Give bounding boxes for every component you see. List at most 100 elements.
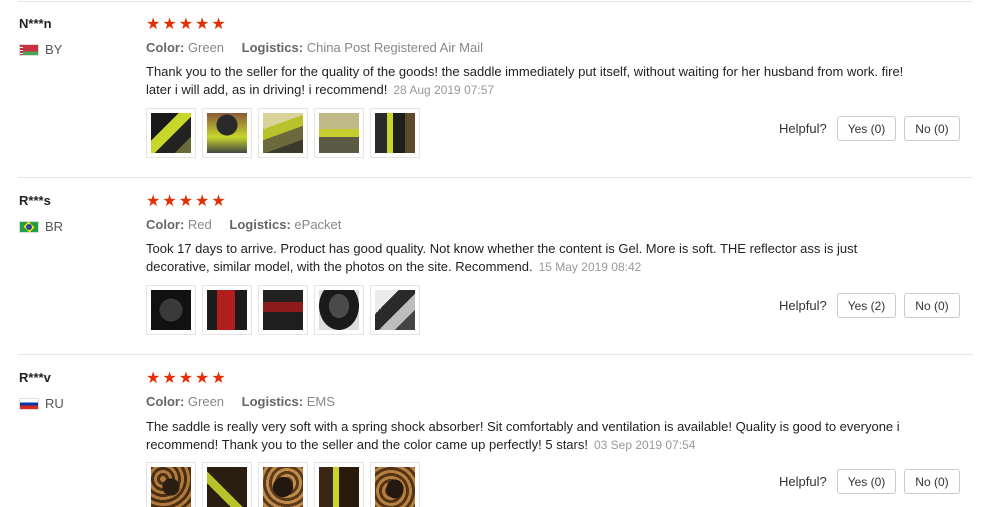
review-text: The saddle is really very soft with a sp…: [146, 418, 906, 454]
photo-image: [263, 290, 303, 330]
star-icon: ★: [162, 16, 177, 33]
reviewer-name: R***v: [19, 370, 51, 385]
review-photo-thumbnail[interactable]: [370, 108, 420, 158]
star-icon: ★: [162, 193, 177, 210]
review-photo-thumbnail[interactable]: [258, 285, 308, 335]
review-photo-thumbnail[interactable]: [146, 108, 196, 158]
helpful-yes-button[interactable]: Yes (0): [836, 469, 897, 494]
review-text: Took 17 days to arrive. Product has good…: [146, 240, 906, 276]
photo-image: [375, 467, 415, 507]
rating-stars: ★ ★ ★ ★ ★: [146, 371, 226, 387]
review-meta: Color: Red Logistics: ePacket: [146, 217, 355, 232]
helpful-yes-button[interactable]: Yes (0): [836, 116, 897, 141]
reviewer-country: RU: [19, 396, 64, 411]
star-icon: ★: [211, 16, 226, 33]
star-icon: ★: [146, 370, 161, 387]
review-photo-thumbnail[interactable]: [202, 285, 252, 335]
review-photo-thumbnail[interactable]: [202, 462, 252, 507]
photo-image: [319, 467, 359, 507]
review-photo-thumbnail[interactable]: [258, 108, 308, 158]
photo-image: [207, 113, 247, 153]
color-value: Green: [187, 40, 225, 55]
photo-image: [375, 113, 415, 153]
country-code: BR: [45, 219, 64, 234]
star-icon: ★: [211, 370, 226, 387]
review-date: 15 May 2019 08:42: [538, 260, 642, 274]
logistics-value: China Post Registered Air Mail: [306, 40, 484, 55]
star-icon: ★: [162, 370, 177, 387]
star-icon: ★: [146, 193, 161, 210]
helpful-controls: Helpful? Yes (0) No (0): [779, 116, 960, 141]
color-label: Color:: [146, 394, 185, 409]
helpful-controls: Helpful? Yes (0) No (0): [779, 469, 960, 494]
star-icon: ★: [195, 16, 210, 33]
star-icon: ★: [195, 193, 210, 210]
helpful-label: Helpful?: [779, 121, 827, 136]
helpful-controls: Helpful? Yes (2) No (0): [779, 293, 960, 318]
review-photo-thumbnail[interactable]: [370, 462, 420, 507]
rating-stars: ★ ★ ★ ★ ★: [146, 194, 226, 210]
star-icon: ★: [178, 370, 194, 387]
review-photo-thumbnail[interactable]: [146, 462, 196, 507]
color-label: Color:: [146, 217, 185, 232]
review-photos: [146, 285, 420, 335]
review-body: The saddle is really very soft with a sp…: [146, 419, 900, 452]
helpful-label: Helpful?: [779, 474, 827, 489]
country-code: BY: [45, 42, 63, 57]
helpful-yes-button[interactable]: Yes (2): [836, 293, 897, 318]
photo-image: [207, 290, 247, 330]
review-meta: Color: Green Logistics: China Post Regis…: [146, 40, 497, 55]
divider: [18, 177, 973, 178]
star-icon: ★: [178, 193, 194, 210]
photo-image: [151, 467, 191, 507]
divider: [18, 354, 973, 355]
photo-image: [263, 113, 303, 153]
review-photo-thumbnail[interactable]: [314, 108, 364, 158]
review-photo-thumbnail[interactable]: [314, 285, 364, 335]
review-date: 03 Sep 2019 07:54: [593, 438, 696, 452]
reviewer-name: R***s: [19, 193, 51, 208]
divider: [18, 1, 973, 2]
belarus-flag-icon: [19, 43, 39, 56]
logistics-value: ePacket: [294, 217, 342, 232]
color-value: Red: [187, 217, 212, 232]
reviewer-country: BY: [19, 42, 62, 57]
color-value: Green: [187, 394, 225, 409]
review-photo-thumbnail[interactable]: [258, 462, 308, 507]
review-text: Thank you to the seller for the quality …: [146, 63, 906, 99]
helpful-no-button[interactable]: No (0): [904, 469, 960, 494]
review-photos: [146, 462, 420, 507]
review-date: 28 Aug 2019 07:57: [393, 83, 495, 97]
photo-image: [207, 467, 247, 507]
star-icon: ★: [146, 16, 161, 33]
photo-image: [375, 290, 415, 330]
photo-image: [151, 113, 191, 153]
russia-flag-icon: [19, 397, 39, 410]
review-photo-thumbnail[interactable]: [146, 285, 196, 335]
review-photo-thumbnail[interactable]: [314, 462, 364, 507]
star-icon: ★: [211, 193, 226, 210]
logistics-label: Logistics:: [241, 394, 304, 409]
logistics-value: EMS: [306, 394, 335, 409]
helpful-no-button[interactable]: No (0): [904, 293, 960, 318]
review-photo-thumbnail[interactable]: [202, 108, 252, 158]
review-meta: Color: Green Logistics: EMS: [146, 394, 349, 409]
photo-image: [319, 113, 359, 153]
star-icon: ★: [195, 370, 210, 387]
logistics-label: Logistics:: [229, 217, 291, 232]
photo-image: [263, 467, 303, 507]
star-icon: ★: [178, 16, 194, 33]
logistics-label: Logistics:: [241, 40, 304, 55]
helpful-label: Helpful?: [779, 298, 827, 313]
review-photos: [146, 108, 420, 158]
photo-image: [151, 290, 191, 330]
reviewer-name: N***n: [19, 16, 52, 31]
color-label: Color:: [146, 40, 185, 55]
review-photo-thumbnail[interactable]: [370, 285, 420, 335]
review-body: Thank you to the seller for the quality …: [146, 64, 904, 97]
photo-image: [319, 290, 359, 330]
rating-stars: ★ ★ ★ ★ ★: [146, 17, 226, 33]
helpful-no-button[interactable]: No (0): [904, 116, 960, 141]
brazil-flag-icon: [19, 220, 39, 233]
country-code: RU: [45, 396, 64, 411]
